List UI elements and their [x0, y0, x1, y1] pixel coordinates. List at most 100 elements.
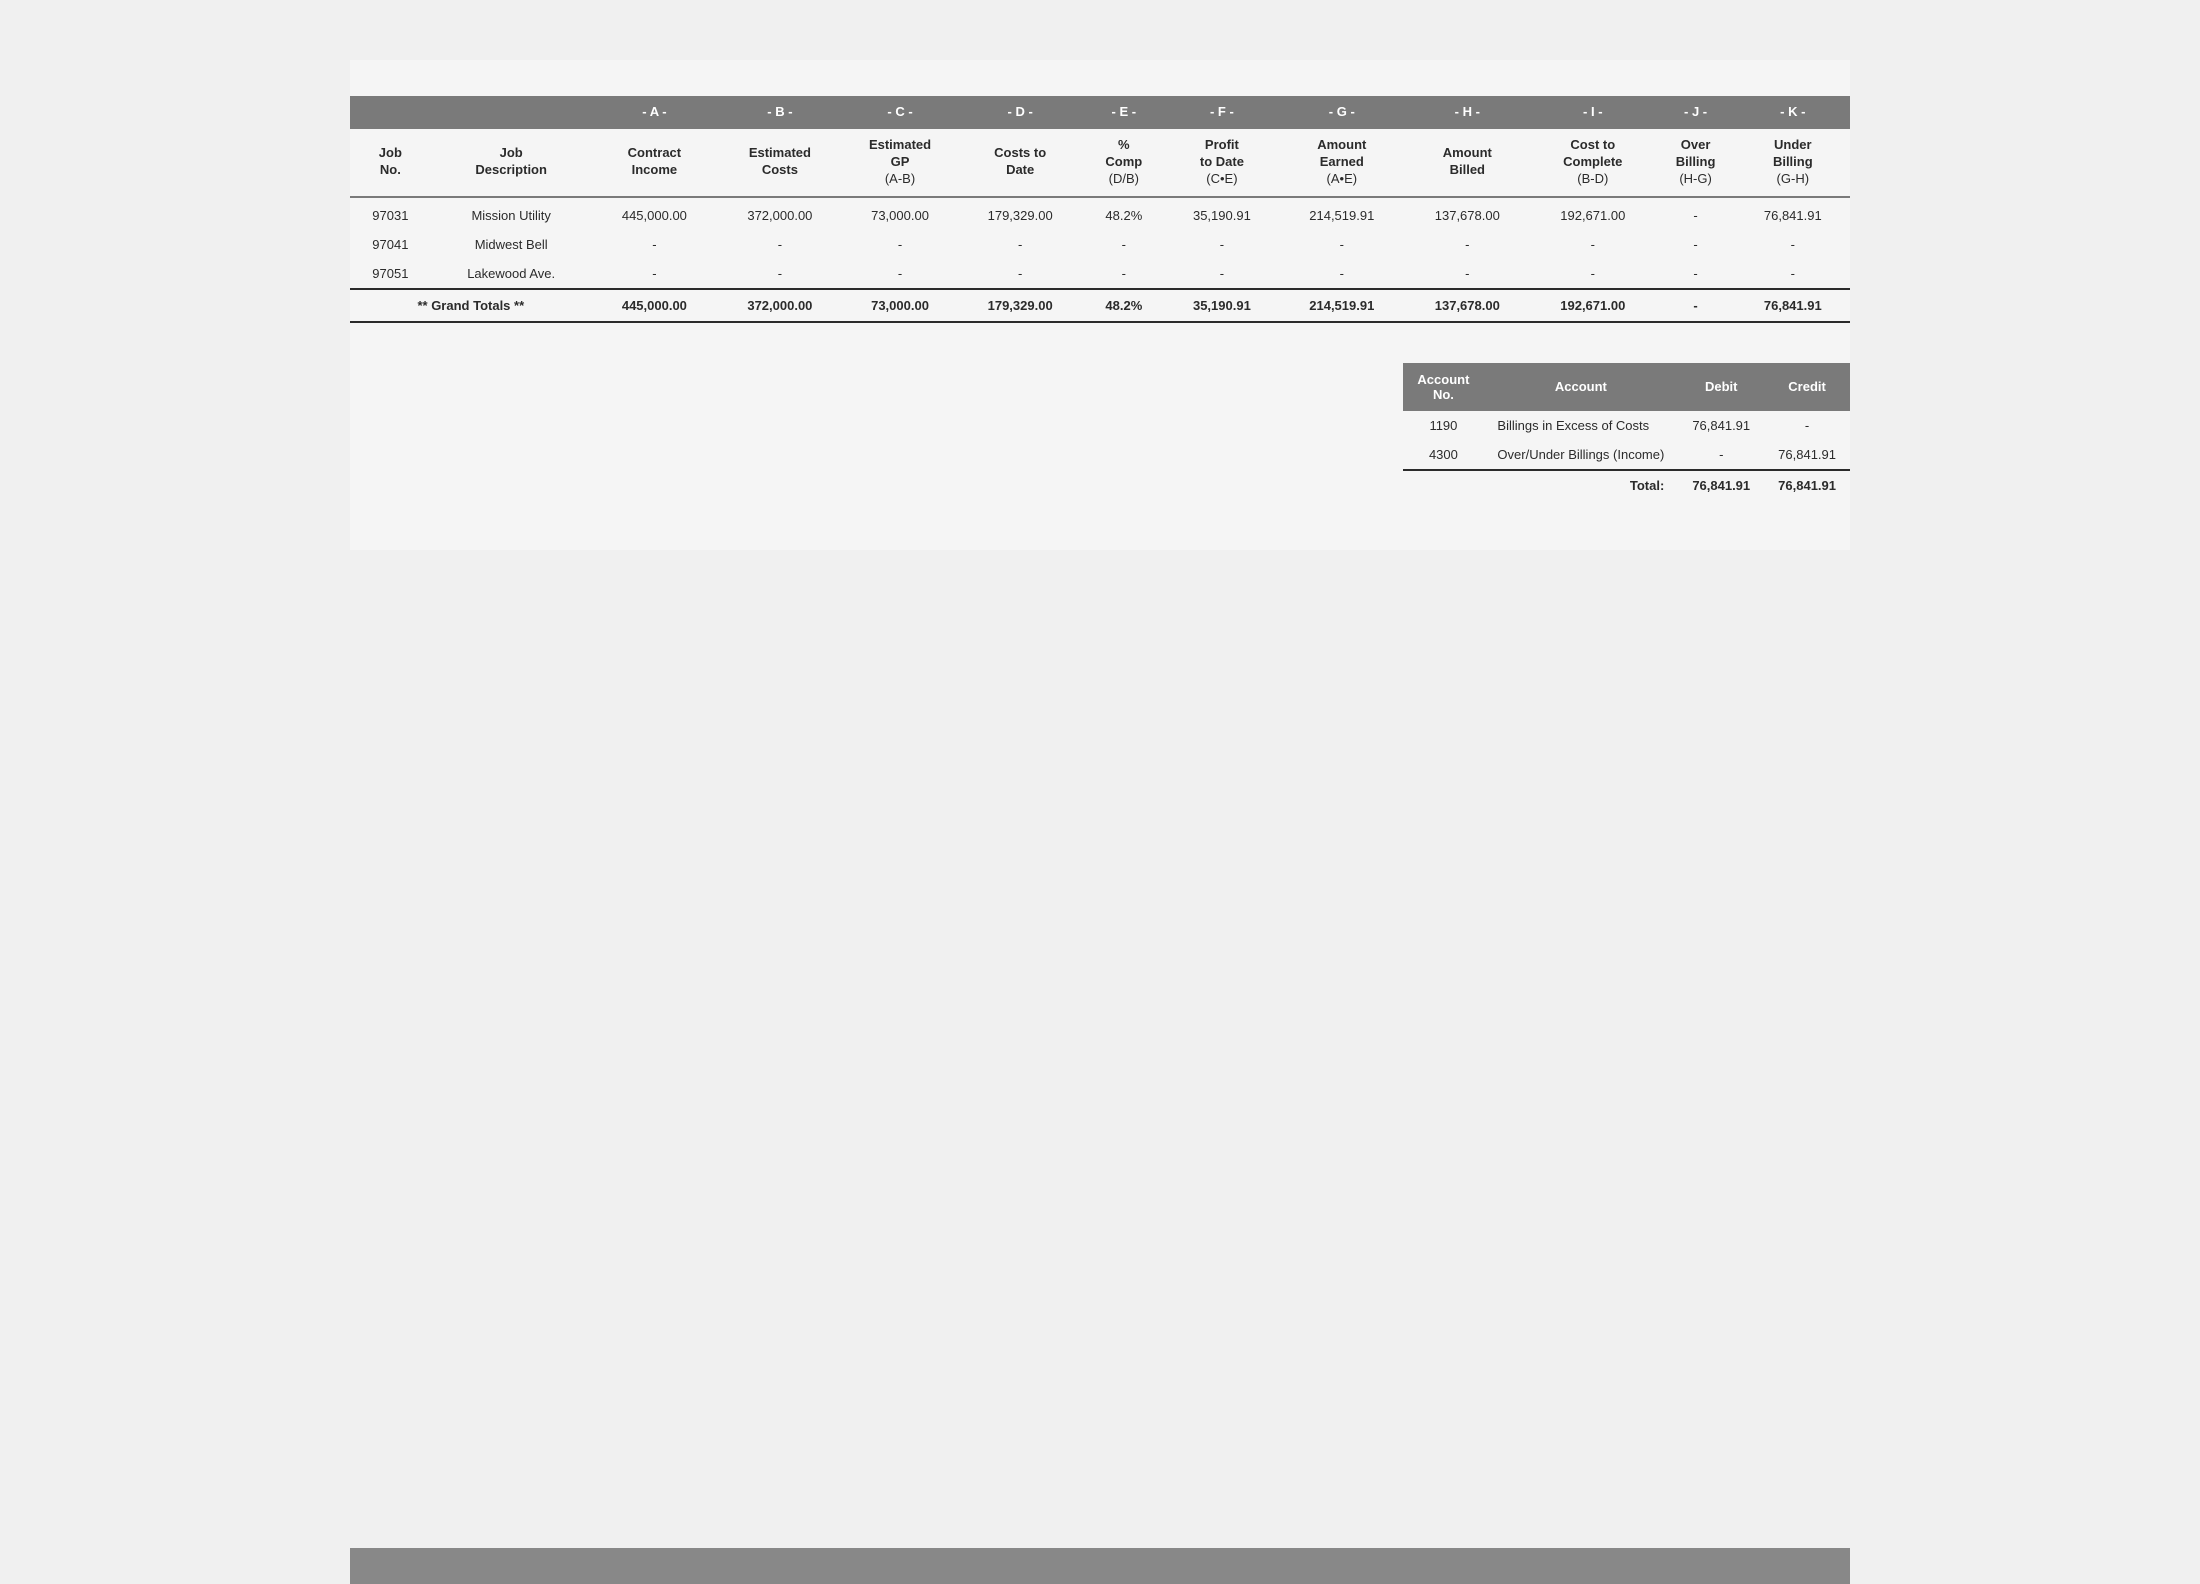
col-amount-earned: AmountEarned(A•E) — [1279, 128, 1405, 197]
col-costs-to-date: Costs toDate — [957, 128, 1083, 197]
col-letter-c: - C - — [843, 96, 958, 128]
est-gp: - — [843, 230, 958, 259]
col-letter-h: - H - — [1405, 96, 1531, 128]
grand-total-row: ** Grand Totals ** 445,000.00 372,000.00… — [350, 289, 1850, 322]
under-billing: - — [1736, 230, 1850, 259]
col-pct-comp: %Comp(D/B) — [1083, 128, 1165, 197]
pct-comp: - — [1083, 259, 1165, 289]
gt-profit-to-date: 35,190.91 — [1165, 289, 1279, 322]
gt-under-billing: 76,841.91 — [1736, 289, 1850, 322]
col-letter-g: - G - — [1279, 96, 1405, 128]
col-letter-e: - E - — [1083, 96, 1165, 128]
acct-debit: - — [1678, 440, 1764, 470]
gt-pct-comp: 48.2% — [1083, 289, 1165, 322]
gt-contract-income: 445,000.00 — [592, 289, 718, 322]
wip-table-row: 97051 Lakewood Ave. - - - - - - - - - - … — [350, 259, 1850, 289]
job-description: Mission Utility — [431, 197, 592, 230]
col-letter-k: - K - — [1736, 96, 1850, 128]
col-job-no: JobNo. — [350, 128, 431, 197]
account-total-row: Total: 76,841.91 76,841.91 — [1403, 470, 1850, 500]
job-description: Lakewood Ave. — [431, 259, 592, 289]
account-table-row: 4300 Over/Under Billings (Income) - 76,8… — [1403, 440, 1850, 470]
acct-no: 1190 — [1403, 411, 1483, 440]
col-letter-j: - J - — [1656, 96, 1736, 128]
col-debit-header: Debit — [1678, 363, 1764, 411]
col-amount-billed: AmountBilled — [1405, 128, 1531, 197]
amount-billed: 137,678.00 — [1405, 197, 1531, 230]
over-billing: - — [1656, 230, 1736, 259]
col-under-billing: UnderBilling(G-H) — [1736, 128, 1850, 197]
est-gp: 73,000.00 — [843, 197, 958, 230]
col-account-header: Account — [1483, 363, 1678, 411]
cost-to-complete: 192,671.00 — [1530, 197, 1656, 230]
gt-cost-to-complete: 192,671.00 — [1530, 289, 1656, 322]
cost-to-complete: - — [1530, 230, 1656, 259]
job-no: 97051 — [350, 259, 431, 289]
total-empty — [1403, 470, 1483, 500]
col-letter-i: - I - — [1530, 96, 1656, 128]
footer-bar — [350, 1548, 1850, 1584]
wip-table-row: 97041 Midwest Bell - - - - - - - - - - - — [350, 230, 1850, 259]
account-table: AccountNo. Account Debit Credit 1190 Bil… — [1403, 363, 1850, 500]
amount-billed: - — [1405, 259, 1531, 289]
contract-income: - — [592, 230, 718, 259]
amount-earned: - — [1279, 230, 1405, 259]
col-letter-empty2 — [431, 96, 592, 128]
account-name: Over/Under Billings (Income) — [1483, 440, 1678, 470]
pct-comp: - — [1083, 230, 1165, 259]
profit-to-date: - — [1165, 230, 1279, 259]
over-billing: - — [1656, 259, 1736, 289]
costs-to-date: - — [957, 259, 1083, 289]
est-gp: - — [843, 259, 958, 289]
est-costs: 372,000.00 — [717, 197, 843, 230]
col-job-desc: JobDescription — [431, 128, 592, 197]
col-contract-income: ContractIncome — [592, 128, 718, 197]
column-letters-row: - A - - B - - C - - D - - E - - F - - G … — [350, 96, 1850, 128]
account-name: Billings in Excess of Costs — [1483, 411, 1678, 440]
col-letter-d: - D - — [957, 96, 1083, 128]
amount-earned: 214,519.91 — [1279, 197, 1405, 230]
acct-credit: 76,841.91 — [1764, 440, 1850, 470]
profit-to-date: - — [1165, 259, 1279, 289]
cost-to-complete: - — [1530, 259, 1656, 289]
job-no: 97041 — [350, 230, 431, 259]
account-table-header: AccountNo. Account Debit Credit — [1403, 363, 1850, 411]
col-letter-f: - F - — [1165, 96, 1279, 128]
under-billing: - — [1736, 259, 1850, 289]
gt-est-gp: 73,000.00 — [843, 289, 958, 322]
profit-to-date: 35,190.91 — [1165, 197, 1279, 230]
col-letter-a: - A - — [592, 96, 718, 128]
job-no: 97031 — [350, 197, 431, 230]
account-section: AccountNo. Account Debit Credit 1190 Bil… — [350, 363, 1850, 500]
acct-debit: 76,841.91 — [1678, 411, 1764, 440]
gt-est-costs: 372,000.00 — [717, 289, 843, 322]
contract-income: - — [592, 259, 718, 289]
total-debit: 76,841.91 — [1678, 470, 1764, 500]
col-acct-no-header: AccountNo. — [1403, 363, 1483, 411]
costs-to-date: - — [957, 230, 1083, 259]
col-letter-empty1 — [350, 96, 431, 128]
wip-table: - A - - B - - C - - D - - E - - F - - G … — [350, 96, 1850, 323]
col-est-gp: EstimatedGP(A-B) — [843, 128, 958, 197]
col-cost-to-complete: Cost toComplete(B-D) — [1530, 128, 1656, 197]
acct-no: 4300 — [1403, 440, 1483, 470]
col-profit-to-date: Profitto Date(C•E) — [1165, 128, 1279, 197]
gt-amount-earned: 214,519.91 — [1279, 289, 1405, 322]
grand-total-label: ** Grand Totals ** — [350, 289, 592, 322]
col-letter-b: - B - — [717, 96, 843, 128]
account-table-row: 1190 Billings in Excess of Costs 76,841.… — [1403, 411, 1850, 440]
total-label: Total: — [1483, 470, 1678, 500]
acct-credit: - — [1764, 411, 1850, 440]
column-names-row: JobNo. JobDescription ContractIncome Est… — [350, 128, 1850, 197]
gt-over-billing: - — [1656, 289, 1736, 322]
costs-to-date: 179,329.00 — [957, 197, 1083, 230]
est-costs: - — [717, 230, 843, 259]
wip-table-row: 97031 Mission Utility 445,000.00 372,000… — [350, 197, 1850, 230]
col-est-costs: EstimatedCosts — [717, 128, 843, 197]
col-credit-header: Credit — [1764, 363, 1850, 411]
gt-amount-billed: 137,678.00 — [1405, 289, 1531, 322]
gt-costs-to-date: 179,329.00 — [957, 289, 1083, 322]
under-billing: 76,841.91 — [1736, 197, 1850, 230]
amount-billed: - — [1405, 230, 1531, 259]
total-credit: 76,841.91 — [1764, 470, 1850, 500]
